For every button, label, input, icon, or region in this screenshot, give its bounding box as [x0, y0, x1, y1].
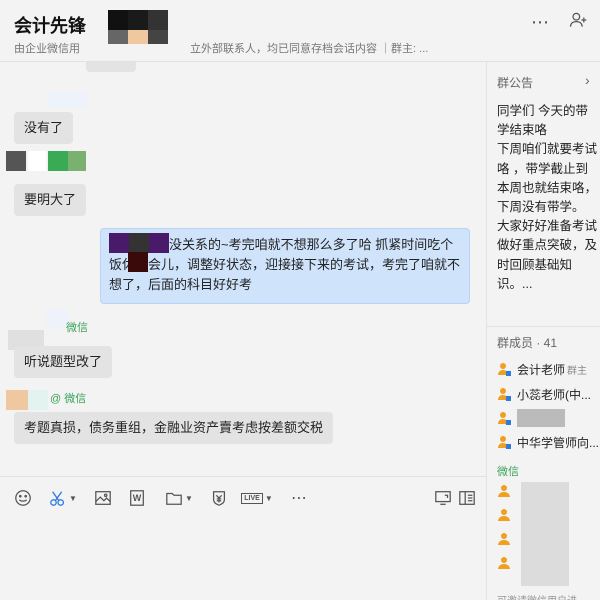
wechat-section-title: 微信 [497, 466, 519, 478]
folder-icon[interactable]: ▼ [164, 487, 194, 509]
more-icon[interactable]: ⋯ [528, 10, 552, 34]
sender-name: @ 微信 [50, 393, 87, 405]
subtitle-mask [80, 44, 190, 55]
scissors-icon[interactable]: ▼ [48, 487, 78, 509]
avatar[interactable] [6, 151, 26, 171]
user-icon [498, 436, 511, 449]
notice-text[interactable]: 同学们 今天的带学结束咯 下周咱们就要考试咯 ，带学截止到本周也就结束咯，下周没… [497, 102, 597, 294]
subtitle-prefix: 由企业微信用 [14, 43, 80, 55]
invite-hint[interactable]: 可邀请微信用户进... [497, 592, 585, 600]
user-icon [498, 363, 511, 376]
avatar-blur [48, 92, 88, 108]
members-title[interactable]: 群成员 · 41 [497, 334, 557, 351]
message-bubble[interactable]: 听说题型改了 [14, 346, 113, 378]
member-name: 小蕊老师(中... [517, 387, 591, 402]
member-item[interactable] [497, 408, 600, 428]
live-icon[interactable]: LIVE ▼ [241, 487, 273, 509]
history-icon[interactable] [456, 487, 478, 509]
user-icon [497, 532, 511, 546]
message-list[interactable]: 没有了 要明大了 没关系的~考完咱就不想那么多了哈 抓紧时间吃个饭休息会儿，调整… [0, 62, 486, 476]
member-item[interactable]: 小蕊老师(中... [497, 384, 600, 404]
user-icon [497, 484, 511, 498]
image-icon[interactable] [92, 487, 114, 509]
wechat-members-blur [521, 482, 569, 586]
screen-share-icon[interactable] [432, 487, 454, 509]
user-icon [498, 388, 511, 401]
member-name: 会计老师 [517, 362, 566, 377]
member-name-blur [517, 409, 565, 427]
member-item[interactable]: 中华学管师向... [497, 432, 600, 452]
add-member-icon[interactable] [566, 10, 590, 34]
user-icon [497, 556, 511, 570]
word-file-icon[interactable]: W [126, 487, 148, 509]
member-item[interactable]: 会计老师 群主 [497, 359, 600, 379]
message-bubble[interactable]: 考题真损，债务重组，金融业资产賣考虑按差额交税 [14, 412, 334, 444]
message-bubble-partial [86, 62, 136, 72]
chevron-right-icon[interactable]: › [585, 72, 590, 88]
message-input-area[interactable]: ▼ W ▼ LIVE ▼ ⋯ [0, 476, 486, 600]
more-tools-icon[interactable]: ⋯ [288, 487, 310, 509]
user-icon [497, 508, 511, 522]
live-label: LIVE [241, 492, 263, 504]
emoji-icon[interactable] [12, 487, 34, 509]
user-icon [498, 412, 511, 425]
group-title[interactable]: 会计先锋 [14, 12, 86, 38]
message-bubble[interactable]: 要明大了 [14, 184, 87, 216]
notice-title[interactable]: 群公告 [497, 74, 533, 91]
group-info-sidebar: 群公告 › 同学们 今天的带学结束咯 下周咱们就要考试咯 ，带学截止到本周也就结… [486, 62, 600, 600]
avatar[interactable] [6, 390, 28, 410]
subtitle-suffix: 立外部联系人，均已同意存档会话内容 ｜群主: ... [190, 43, 429, 55]
divider [487, 326, 600, 327]
owner-tag: 群主 [567, 365, 588, 377]
word-label: W [132, 493, 142, 503]
group-subtitle: 由企业微信用 立外部联系人，均已同意存档会话内容 ｜群主: ... [14, 40, 428, 56]
chat-header: 会计先锋 由企业微信用 立外部联系人，均已同意存档会话内容 ｜群主: ... ⋯ [0, 0, 600, 62]
sender-name: 微信 [66, 322, 88, 334]
member-name: 中华学管师向... [517, 435, 600, 450]
money-icon[interactable] [208, 487, 230, 509]
my-message-bubble[interactable]: 没关系的~考完咱就不想那么多了哈 抓紧时间吃个饭休息会儿，调整好状态，迎接接下来… [100, 228, 470, 304]
message-bubble[interactable]: 没有了 [14, 112, 74, 144]
